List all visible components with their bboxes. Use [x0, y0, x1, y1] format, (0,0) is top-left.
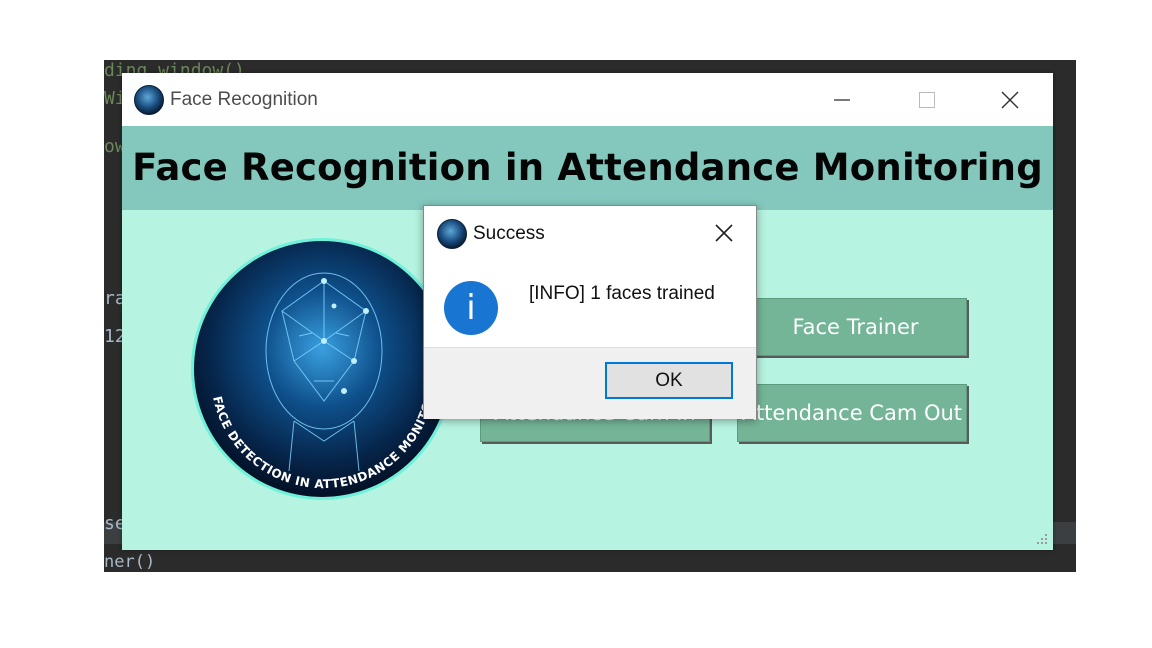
close-icon — [715, 224, 733, 242]
title-bar[interactable]: Face Recognition — [122, 73, 1053, 126]
dialog-app-icon — [437, 219, 467, 249]
info-icon: i — [444, 281, 498, 335]
attendance-cam-out-button[interactable]: Attendance Cam Out — [737, 384, 967, 442]
close-icon — [1001, 91, 1019, 108]
dialog-close-button[interactable] — [704, 216, 744, 250]
dialog-message: [INFO] 1 faces trained — [529, 283, 715, 304]
app-icon — [134, 85, 164, 115]
code-line: ner() — [104, 552, 156, 572]
face-mesh-icon: FACE DETECTION IN ATTENDANCE MONITORI — [194, 241, 437, 491]
svg-text:FACE DETECTION IN ATTENDANCE M: FACE DETECTION IN ATTENDANCE MONITORI — [194, 241, 437, 491]
minimize-icon — [834, 98, 850, 101]
maximize-icon — [919, 91, 935, 108]
dialog-footer: OK — [424, 347, 756, 419]
ok-button[interactable]: OK — [605, 362, 733, 399]
window-title: Face Recognition — [170, 89, 318, 110]
face-trainer-button[interactable]: Face Trainer — [744, 298, 967, 356]
minimize-button[interactable] — [802, 73, 882, 126]
page-title: Face Recognition in Attendance Monitorin… — [132, 146, 1043, 189]
close-button[interactable] — [970, 73, 1050, 126]
logo-text: FACE DETECTION IN ATTENDANCE MONITORI — [194, 241, 436, 491]
resize-grip-icon[interactable] — [1035, 532, 1049, 546]
dialog-title: Success — [473, 223, 545, 244]
success-dialog: Success i [INFO] 1 faces trained OK — [423, 205, 757, 419]
face-logo: FACE DETECTION IN ATTENDANCE MONITORI — [194, 241, 450, 497]
maximize-button[interactable] — [887, 73, 967, 126]
header-banner: Face Recognition in Attendance Monitorin… — [122, 126, 1053, 210]
